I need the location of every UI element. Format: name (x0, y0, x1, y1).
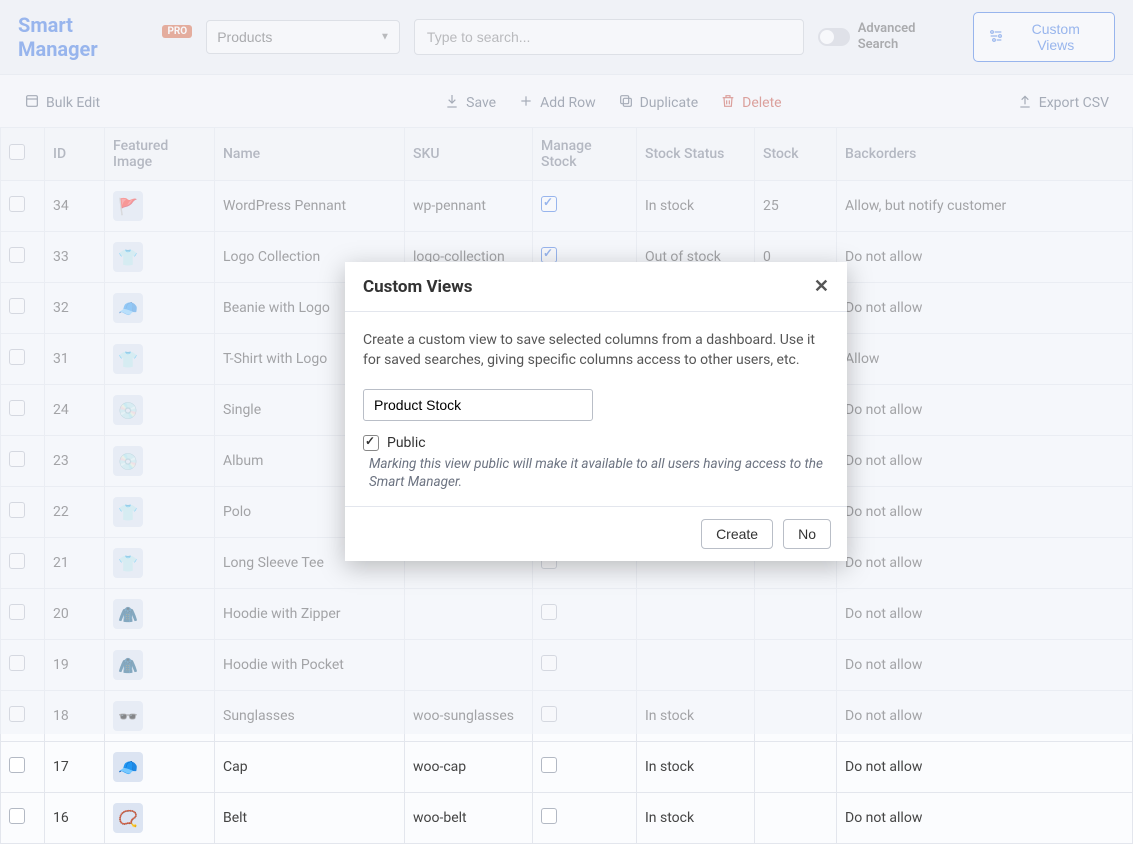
cell-stock[interactable] (755, 793, 837, 844)
cell-backorders[interactable]: Do not allow (837, 742, 1133, 793)
cell-stock-status[interactable]: In stock (637, 742, 755, 793)
row-checkbox[interactable] (9, 808, 25, 824)
cell-id[interactable]: 17 (45, 742, 105, 793)
product-thumb-icon: 📿 (113, 803, 143, 833)
manage-stock-checkbox[interactable] (541, 808, 557, 824)
public-label: Public (387, 435, 426, 451)
modal-description: Create a custom view to save selected co… (363, 330, 829, 371)
manage-stock-checkbox[interactable] (541, 757, 557, 773)
no-button[interactable]: No (783, 519, 831, 549)
cell-sku[interactable]: woo-cap (405, 742, 533, 793)
public-checkbox[interactable] (363, 435, 379, 451)
cell-image[interactable]: 📿 (105, 793, 215, 844)
view-name-input[interactable] (363, 389, 593, 421)
cell-name[interactable]: Cap (215, 742, 405, 793)
cell-sku[interactable]: woo-belt (405, 793, 533, 844)
public-hint: Marking this view public will make it av… (363, 455, 829, 493)
modal-title: Custom Views (363, 277, 472, 297)
close-icon[interactable]: ✕ (814, 276, 829, 297)
custom-views-modal: Custom Views ✕ Create a custom view to s… (345, 262, 847, 561)
table-row[interactable]: 17 🧢 Capwoo-cap In stock Do not allow (1, 742, 1133, 793)
cell-stock[interactable] (755, 742, 837, 793)
product-thumb-icon: 🧢 (113, 752, 143, 782)
cell-stock-status[interactable]: In stock (637, 793, 755, 844)
cell-manage-stock[interactable] (533, 793, 637, 844)
row-checkbox[interactable] (9, 757, 25, 773)
cell-id[interactable]: 16 (45, 793, 105, 844)
cell-image[interactable]: 🧢 (105, 742, 215, 793)
cell-backorders[interactable]: Do not allow (837, 793, 1133, 844)
table-row[interactable]: 16 📿 Beltwoo-belt In stock Do not allow (1, 793, 1133, 844)
create-button[interactable]: Create (701, 519, 773, 549)
cell-name[interactable]: Belt (215, 793, 405, 844)
cell-manage-stock[interactable] (533, 742, 637, 793)
